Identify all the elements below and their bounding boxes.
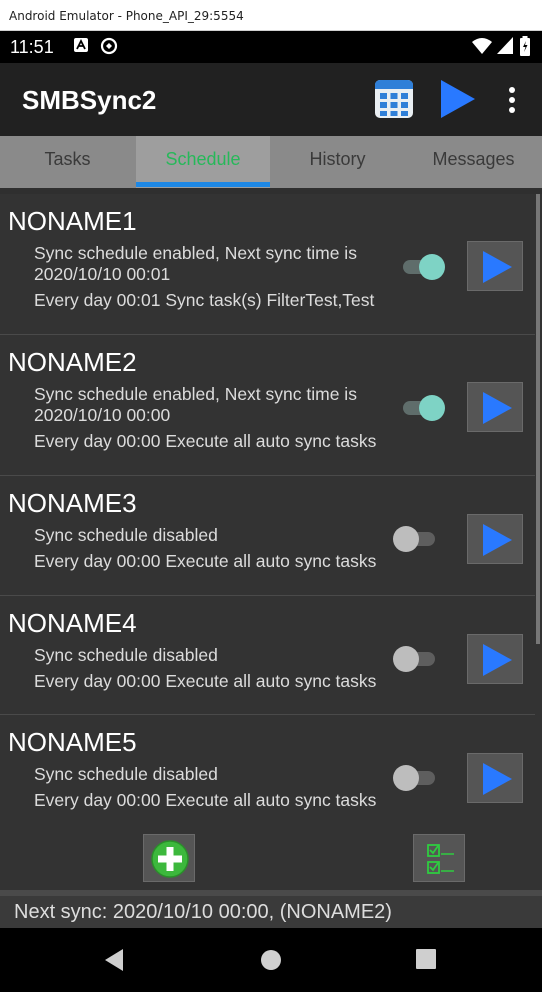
add-schedule-button[interactable] — [143, 834, 195, 882]
run-schedule-button[interactable] — [467, 382, 523, 432]
checklist-icon — [427, 844, 454, 874]
status-time: 11:51 — [10, 37, 54, 57]
recents-icon — [416, 949, 436, 969]
schedule-status: Sync schedule disabled — [34, 764, 218, 784]
schedule-enable-toggle[interactable] — [401, 394, 445, 422]
more-vert-icon — [509, 87, 515, 113]
tab-schedule[interactable]: Schedule — [136, 136, 270, 188]
play-icon — [483, 524, 512, 556]
schedule-status: Sync schedule disabled — [34, 525, 218, 545]
schedule-enable-toggle[interactable] — [393, 764, 437, 792]
list-scrollbar[interactable] — [536, 194, 540, 644]
next-sync-text: Next sync: 2020/10/10 00:00, (NONAME2) — [14, 901, 392, 923]
home-icon — [261, 950, 281, 970]
schedule-calendar-button[interactable] — [374, 79, 414, 119]
schedule-row[interactable]: NONAME2 Sync schedule enabled, Next sync… — [0, 335, 535, 476]
tab-tasks[interactable]: Tasks — [0, 136, 135, 188]
emulator-frame: Android Emulator - Phone_API_29:5554 11:… — [0, 0, 542, 992]
play-icon — [483, 763, 512, 795]
window-title-bar: Android Emulator - Phone_API_29:5554 — [0, 0, 542, 31]
schedule-detail: Every day 00:00 Execute all auto sync ta… — [34, 790, 377, 810]
schedule-enable-toggle[interactable] — [393, 525, 437, 553]
schedule-name: NONAME3 — [8, 488, 137, 518]
tab-bar: Tasks Schedule History Messages — [0, 136, 542, 188]
navigation-bar — [0, 928, 542, 992]
add-icon — [151, 840, 189, 878]
schedule-status: Sync schedule enabled, Next sync time is… — [34, 384, 357, 425]
battery-icon — [520, 36, 530, 61]
window-title: Android Emulator - Phone_API_29:5554 — [9, 9, 244, 23]
tab-indicator — [136, 182, 270, 187]
bottom-toolbar — [0, 828, 542, 890]
run-schedule-button[interactable] — [467, 634, 523, 684]
schedule-detail: Every day 00:01 Sync task(s) FilterTest,… — [34, 290, 375, 310]
schedule-detail: Every day 00:00 Execute all auto sync ta… — [34, 551, 377, 571]
sync-notification-icon — [100, 37, 118, 60]
schedule-row[interactable]: NONAME1 Sync schedule enabled, Next sync… — [0, 194, 535, 335]
schedule-name: NONAME4 — [8, 608, 137, 638]
schedule-enable-toggle[interactable] — [393, 645, 437, 673]
calendar-icon — [375, 80, 413, 118]
play-icon — [483, 392, 512, 424]
select-all-button[interactable] — [413, 834, 465, 882]
next-sync-bar: Next sync: 2020/10/10 00:00, (NONAME2) — [0, 896, 542, 928]
status-bar: 11:51 — [0, 31, 542, 63]
schedule-status: Sync schedule disabled — [34, 645, 218, 665]
run-schedule-button[interactable] — [467, 241, 523, 291]
schedule-list[interactable]: NONAME1 Sync schedule enabled, Next sync… — [0, 194, 542, 828]
schedule-row[interactable]: NONAME4 Sync schedule disabled Every day… — [0, 596, 535, 715]
app-title: SMBSync2 — [22, 85, 157, 115]
schedule-detail: Every day 00:00 Execute all auto sync ta… — [34, 431, 377, 451]
overflow-menu-button[interactable] — [502, 85, 522, 115]
back-button[interactable] — [103, 948, 125, 977]
schedule-name: NONAME2 — [8, 347, 137, 377]
app-bar: SMBSync2 — [0, 63, 542, 136]
app-notification-icon — [74, 38, 88, 57]
schedule-status: Sync schedule enabled, Next sync time is… — [34, 243, 357, 284]
schedule-name: NONAME5 — [8, 727, 137, 757]
schedule-detail: Every day 00:00 Execute all auto sync ta… — [34, 671, 377, 691]
schedule-name: NONAME1 — [8, 206, 137, 236]
recents-button[interactable] — [416, 949, 436, 974]
run-schedule-button[interactable] — [467, 514, 523, 564]
run-schedule-button[interactable] — [467, 753, 523, 803]
home-button[interactable] — [260, 949, 282, 976]
play-icon — [483, 251, 512, 283]
back-icon — [105, 949, 123, 971]
schedule-row[interactable]: NONAME5 Sync schedule disabled Every day… — [0, 715, 535, 828]
cell-signal-icon — [497, 37, 513, 60]
tab-history[interactable]: History — [270, 136, 405, 188]
schedule-enable-toggle[interactable] — [401, 253, 445, 281]
schedule-row[interactable]: NONAME3 Sync schedule disabled Every day… — [0, 476, 535, 596]
sync-start-button[interactable] — [438, 78, 478, 120]
wifi-icon — [472, 37, 492, 60]
tab-messages[interactable]: Messages — [405, 136, 542, 188]
play-icon — [441, 80, 475, 118]
play-icon — [483, 644, 512, 676]
